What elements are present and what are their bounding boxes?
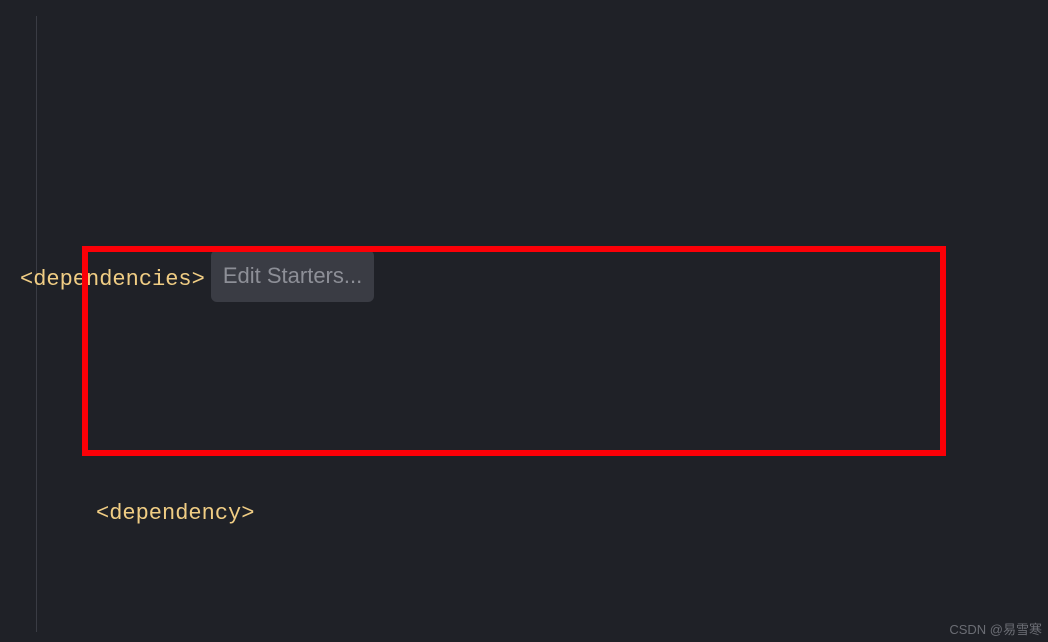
- code-line[interactable]: <groupId>org.springframework.boot</group…: [0, 634, 1048, 642]
- code-editor[interactable]: <dependencies>Edit Starters... <dependen…: [0, 0, 1048, 642]
- code-line[interactable]: <dependencies>Edit Starters...: [0, 250, 1048, 298]
- indent-guide: [36, 16, 37, 632]
- code-line[interactable]: <dependency>: [0, 490, 1048, 538]
- xml-tag-dependencies-open: <dependencies>: [20, 267, 205, 292]
- watermark-text: CSDN @易雪寒: [949, 619, 1042, 638]
- edit-starters-button[interactable]: Edit Starters...: [211, 250, 374, 302]
- xml-tag-dependency-open: <dependency>: [96, 501, 254, 526]
